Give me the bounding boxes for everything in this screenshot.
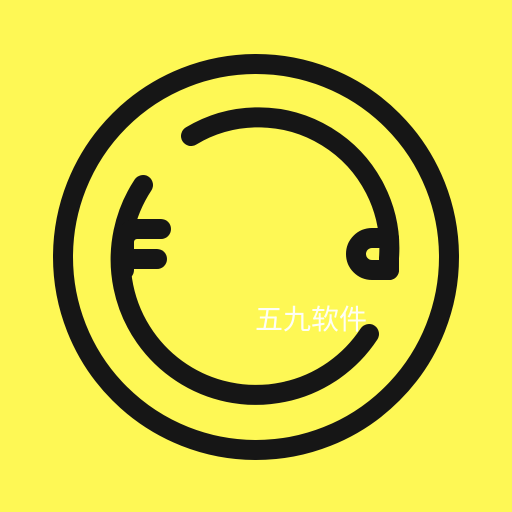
icon-background [0, 0, 512, 512]
app-icon: 五九软件 [0, 0, 512, 512]
foodie-logo-icon [0, 0, 512, 512]
watermark-text: 五九软件 [255, 303, 368, 336]
